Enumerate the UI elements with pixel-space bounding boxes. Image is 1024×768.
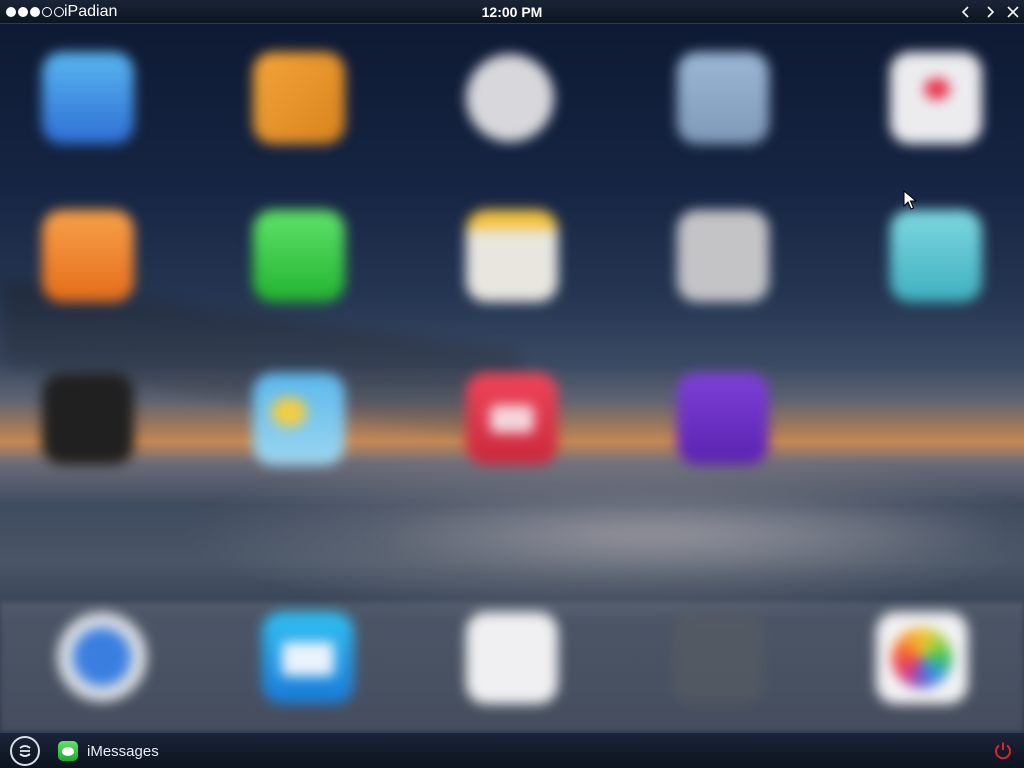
status-bar: iPadian 12:00 PM	[0, 0, 1024, 24]
mouse-cursor-icon	[903, 190, 917, 210]
chevron-left-icon	[961, 6, 969, 18]
podcasts-icon[interactable]	[677, 373, 769, 465]
pages-icon[interactable]	[253, 52, 345, 144]
taskbar-item-imessages[interactable]: iMessages	[58, 739, 159, 763]
clock-icon[interactable]	[466, 54, 554, 142]
weather-icon[interactable]	[253, 373, 345, 465]
safari-icon[interactable]	[57, 612, 147, 702]
menu-logo-icon	[19, 745, 31, 757]
videos-icon[interactable]	[466, 373, 558, 465]
wallpaper-waves	[360, 494, 1010, 574]
dark-app-icon[interactable]	[42, 373, 134, 465]
close-icon	[1007, 6, 1019, 18]
app-store-icon[interactable]	[42, 52, 134, 144]
back-button[interactable]	[956, 2, 976, 22]
messages-icon[interactable]	[253, 210, 345, 302]
taskbar: iMessages	[0, 732, 1024, 768]
game-center-icon[interactable]	[466, 612, 558, 704]
ibooks-icon[interactable]	[42, 210, 134, 302]
power-icon[interactable]	[992, 740, 1014, 762]
taskbar-item-label: iMessages	[87, 742, 159, 760]
messages-icon	[58, 741, 78, 761]
close-button[interactable]	[1003, 2, 1023, 22]
start-menu-button[interactable]	[10, 736, 40, 766]
notes-icon[interactable]	[466, 210, 558, 302]
photos-icon[interactable]	[876, 612, 968, 704]
calendar-icon[interactable]	[890, 210, 982, 302]
mail-icon[interactable]	[262, 612, 354, 704]
health-icon[interactable]	[890, 52, 982, 144]
forward-button[interactable]	[980, 2, 1000, 22]
chevron-right-icon	[987, 6, 995, 18]
camera-icon[interactable]	[672, 612, 764, 704]
status-clock: 12:00 PM	[481, 4, 543, 20]
settings-icon[interactable]	[677, 210, 769, 302]
maps-icon[interactable]	[677, 52, 769, 144]
